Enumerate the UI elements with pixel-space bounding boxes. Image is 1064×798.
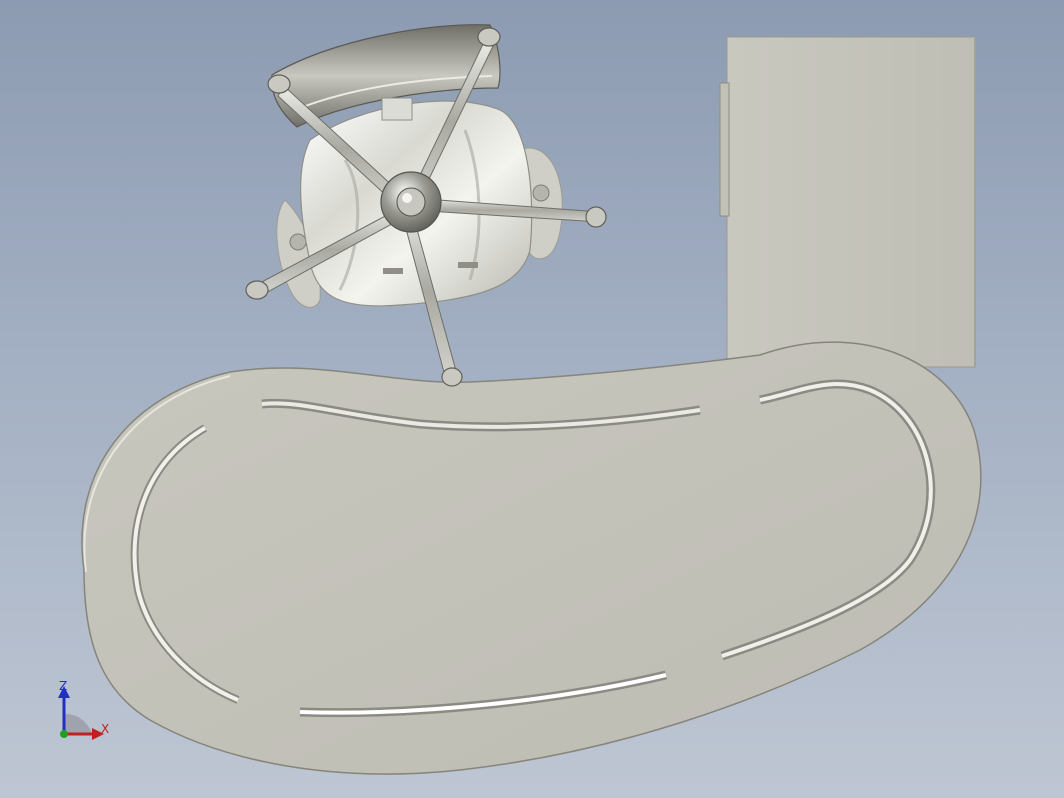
graphics-viewport[interactable]: Z X	[0, 0, 1064, 798]
office-chair-icon[interactable]	[245, 24, 607, 387]
coordinate-triad-icon: Z X	[48, 672, 120, 748]
z-axis-label: Z	[59, 679, 68, 693]
cad-model-view[interactable]	[0, 0, 1064, 798]
x-axis-label: X	[101, 722, 110, 736]
desk-surface-icon[interactable]	[81, 341, 982, 775]
file-cabinet-icon[interactable]	[719, 36, 976, 368]
